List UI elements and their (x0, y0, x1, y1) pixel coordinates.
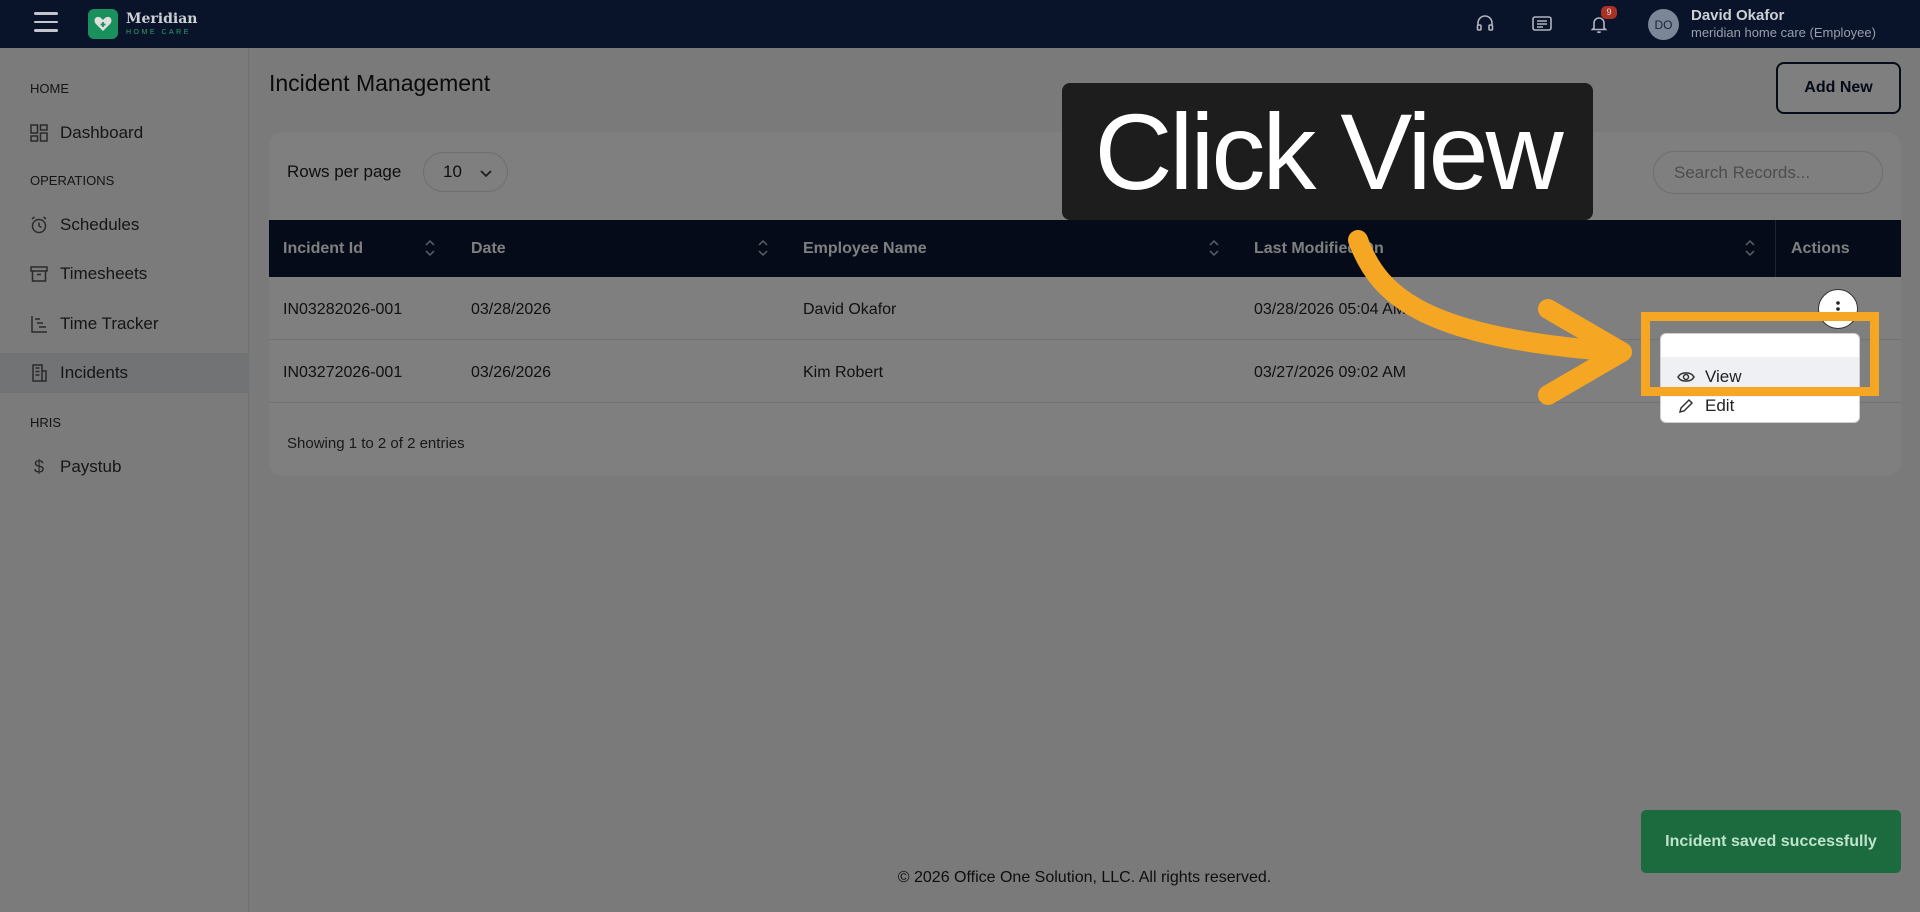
user-name[interactable]: David Okafor (1691, 7, 1784, 24)
cell-employee-name: Kim Robert (803, 364, 884, 381)
brand-tagline: HOME CARE (126, 29, 191, 36)
sidebar-item-label: Time Tracker (60, 314, 159, 333)
sidebar-item-timesheets[interactable]: Timesheets (0, 254, 249, 294)
notification-badge: 9 (1601, 6, 1617, 19)
pagination-info: Showing 1 to 2 of 2 entries (287, 435, 465, 452)
sidebar-item-label: Dashboard (60, 123, 144, 142)
column-header-date: Date (471, 240, 506, 257)
cell-incident-id: IN03272026-001 (283, 364, 403, 381)
heart-logo-icon (88, 9, 118, 39)
cell-date: 03/26/2026 (471, 364, 552, 381)
chevron-down-icon (479, 165, 493, 185)
sort-icon[interactable] (757, 238, 769, 258)
cell-last-modified: 03/27/2026 09:02 AM (1254, 364, 1407, 381)
sort-icon[interactable] (1208, 238, 1220, 258)
sidebar-item-schedules[interactable]: Schedules (0, 205, 249, 245)
column-header-last-modified: Last Modified On (1254, 240, 1384, 257)
page-title: Incident Management (269, 70, 491, 96)
sidebar-item-label: Paystub (60, 457, 122, 476)
add-new-button[interactable]: Add New (1776, 62, 1901, 114)
rows-per-page-select[interactable]: 10 (423, 152, 508, 192)
tutorial-highlight (1641, 312, 1879, 396)
cell-last-modified: 03/28/2026 05:04 AM (1254, 301, 1407, 318)
pencil-icon (1677, 397, 1695, 415)
avatar[interactable]: DO (1648, 9, 1679, 40)
cell-incident-id: IN03282026-001 (283, 301, 403, 318)
cell-date: 03/28/2026 (471, 301, 552, 318)
success-toast: Incident saved successfully (1641, 810, 1901, 873)
sidebar-section-home: HOME (30, 81, 69, 96)
rows-per-page-label: Rows per page (287, 162, 402, 181)
gantt-icon (29, 314, 49, 334)
menu-item-label: Edit (1705, 396, 1735, 415)
sidebar-item-label: Incidents (60, 363, 129, 382)
cell-employee-name: David Okafor (803, 301, 897, 318)
column-header-actions: Actions (1791, 240, 1850, 257)
column-header-incident-id: Incident Id (283, 240, 363, 257)
chat-icon[interactable] (1530, 12, 1554, 36)
hamburger-menu-icon[interactable] (34, 12, 58, 34)
sidebar-item-incidents[interactable]: Incidents (0, 353, 249, 393)
column-header-employee-name: Employee Name (803, 240, 927, 257)
sidebar-section-operations: OPERATIONS (30, 173, 115, 188)
column-divider (1775, 220, 1776, 277)
brand-logo[interactable]: Meridian HOME CARE (88, 9, 197, 39)
rows-per-page-value: 10 (443, 162, 462, 181)
table-header: Incident Id Date Employee Name Last Modi… (269, 220, 1901, 277)
headset-icon[interactable] (1473, 12, 1497, 36)
sidebar-item-paystub[interactable]: $ Paystub (0, 447, 249, 487)
sidebar-item-label: Timesheets (60, 264, 148, 283)
dashboard-icon (29, 123, 49, 143)
dollar-icon: $ (33, 456, 44, 477)
search-input[interactable] (1653, 151, 1883, 194)
archive-icon (29, 264, 49, 284)
tutorial-callout: Click View (1062, 83, 1593, 220)
top-bar: Meridian HOME CARE 9 DO David Okafor mer… (0, 0, 1920, 48)
sidebar-item-time-tracker[interactable]: Time Tracker (0, 304, 249, 344)
sidebar-item-dashboard[interactable]: Dashboard (0, 113, 249, 153)
sidebar-item-label: Schedules (60, 215, 140, 234)
sort-icon[interactable] (424, 238, 436, 258)
sidebar-section-hris: HRIS (30, 415, 62, 430)
building-icon (29, 363, 49, 383)
user-role: meridian home care (Employee) (1691, 25, 1876, 40)
sort-icon[interactable] (1744, 238, 1756, 258)
brand-name: Meridian (126, 11, 198, 27)
alarm-clock-icon (29, 215, 49, 235)
